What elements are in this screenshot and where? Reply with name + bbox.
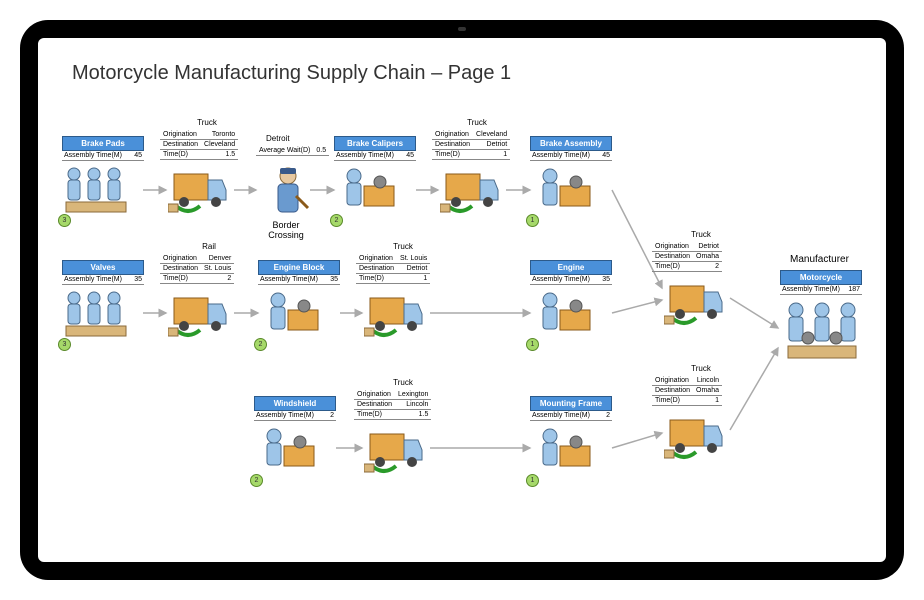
- truck-icon: [364, 290, 428, 345]
- assembly-icon: [534, 426, 598, 481]
- transport-label: Rail: [184, 242, 234, 251]
- truck-t2-table: OriginationCleveland DestinationDetriot …: [432, 130, 510, 160]
- truck-t6-table: OriginationDetriot DestinationOmaha Time…: [652, 242, 722, 272]
- workers-icon: [62, 290, 138, 345]
- badge: 1: [526, 214, 539, 227]
- node-windshield: Windshield Assembly Time(M)2: [254, 396, 336, 421]
- transport-label: Truck: [378, 378, 428, 387]
- truck-icon: [168, 290, 232, 345]
- node-valves: Valves Assembly Time(M)35: [62, 260, 144, 285]
- node-header: Brake Pads: [62, 136, 144, 151]
- badge: 3: [58, 214, 71, 227]
- node-mounting-frame: Mounting Frame Assembly Time(M)2: [530, 396, 612, 421]
- rail-t3-table: OriginationDenver DestinationSt. Louis T…: [160, 254, 234, 284]
- node-brake-calipers: Brake Calipers Assembly Time(M)45: [334, 136, 416, 161]
- truck-icon: [440, 166, 504, 221]
- transport-label: Truck: [452, 118, 502, 127]
- manufacturer-label: Manufacturer: [790, 254, 849, 265]
- badge: 1: [526, 474, 539, 487]
- truck-icon: [364, 426, 428, 481]
- truck-icon: [664, 278, 728, 333]
- diagram-canvas: Brake Pads Assembly Time(M)45 3 Truck Or…: [38, 38, 886, 562]
- assembly-icon: [534, 166, 598, 221]
- node-engine: Engine Assembly Time(M)35: [530, 260, 612, 285]
- border-city: Detroit: [266, 134, 290, 143]
- workers-icon: [62, 166, 138, 221]
- assembly-icon: [258, 426, 322, 481]
- assembly-icon: [338, 166, 402, 221]
- border-crossing-label: BorderCrossing: [256, 220, 316, 240]
- node-engine-block: Engine Block Assembly Time(M)35: [258, 260, 340, 285]
- node-motorcycle: Motorcycle Assembly Time(M)187: [780, 270, 862, 295]
- badge: 3: [58, 338, 71, 351]
- badge: 2: [250, 474, 263, 487]
- badge: 2: [254, 338, 267, 351]
- truck-t1-table: OriginationToronto DestinationCleveland …: [160, 130, 238, 160]
- node-brake-assembly: Brake Assembly Assembly Time(M)45: [530, 136, 612, 161]
- officer-icon: [266, 166, 310, 227]
- transport-label: Truck: [378, 242, 428, 251]
- transport-label: Truck: [676, 230, 726, 239]
- border-table: Average Wait(D)0.5: [256, 146, 329, 156]
- badge: 2: [330, 214, 343, 227]
- truck-icon: [168, 166, 232, 221]
- assembly-icon: [534, 290, 598, 345]
- assembly-icon: [262, 290, 326, 345]
- truck-t5-table: OriginationLexington DestinationLincoln …: [354, 390, 431, 420]
- truck-t7-table: OriginationLincoln DestinationOmaha Time…: [652, 376, 722, 406]
- transport-label: Truck: [182, 118, 232, 127]
- truck-icon: [664, 412, 728, 467]
- node-brake-pads: Brake Pads Assembly Time(M)45: [62, 136, 144, 161]
- connector-lines: [38, 38, 886, 562]
- factory-workers-icon: [782, 300, 862, 369]
- truck-t4-table: OriginationSt. Louis DestinationDetriot …: [356, 254, 430, 284]
- transport-label: Truck: [676, 364, 726, 373]
- badge: 1: [526, 338, 539, 351]
